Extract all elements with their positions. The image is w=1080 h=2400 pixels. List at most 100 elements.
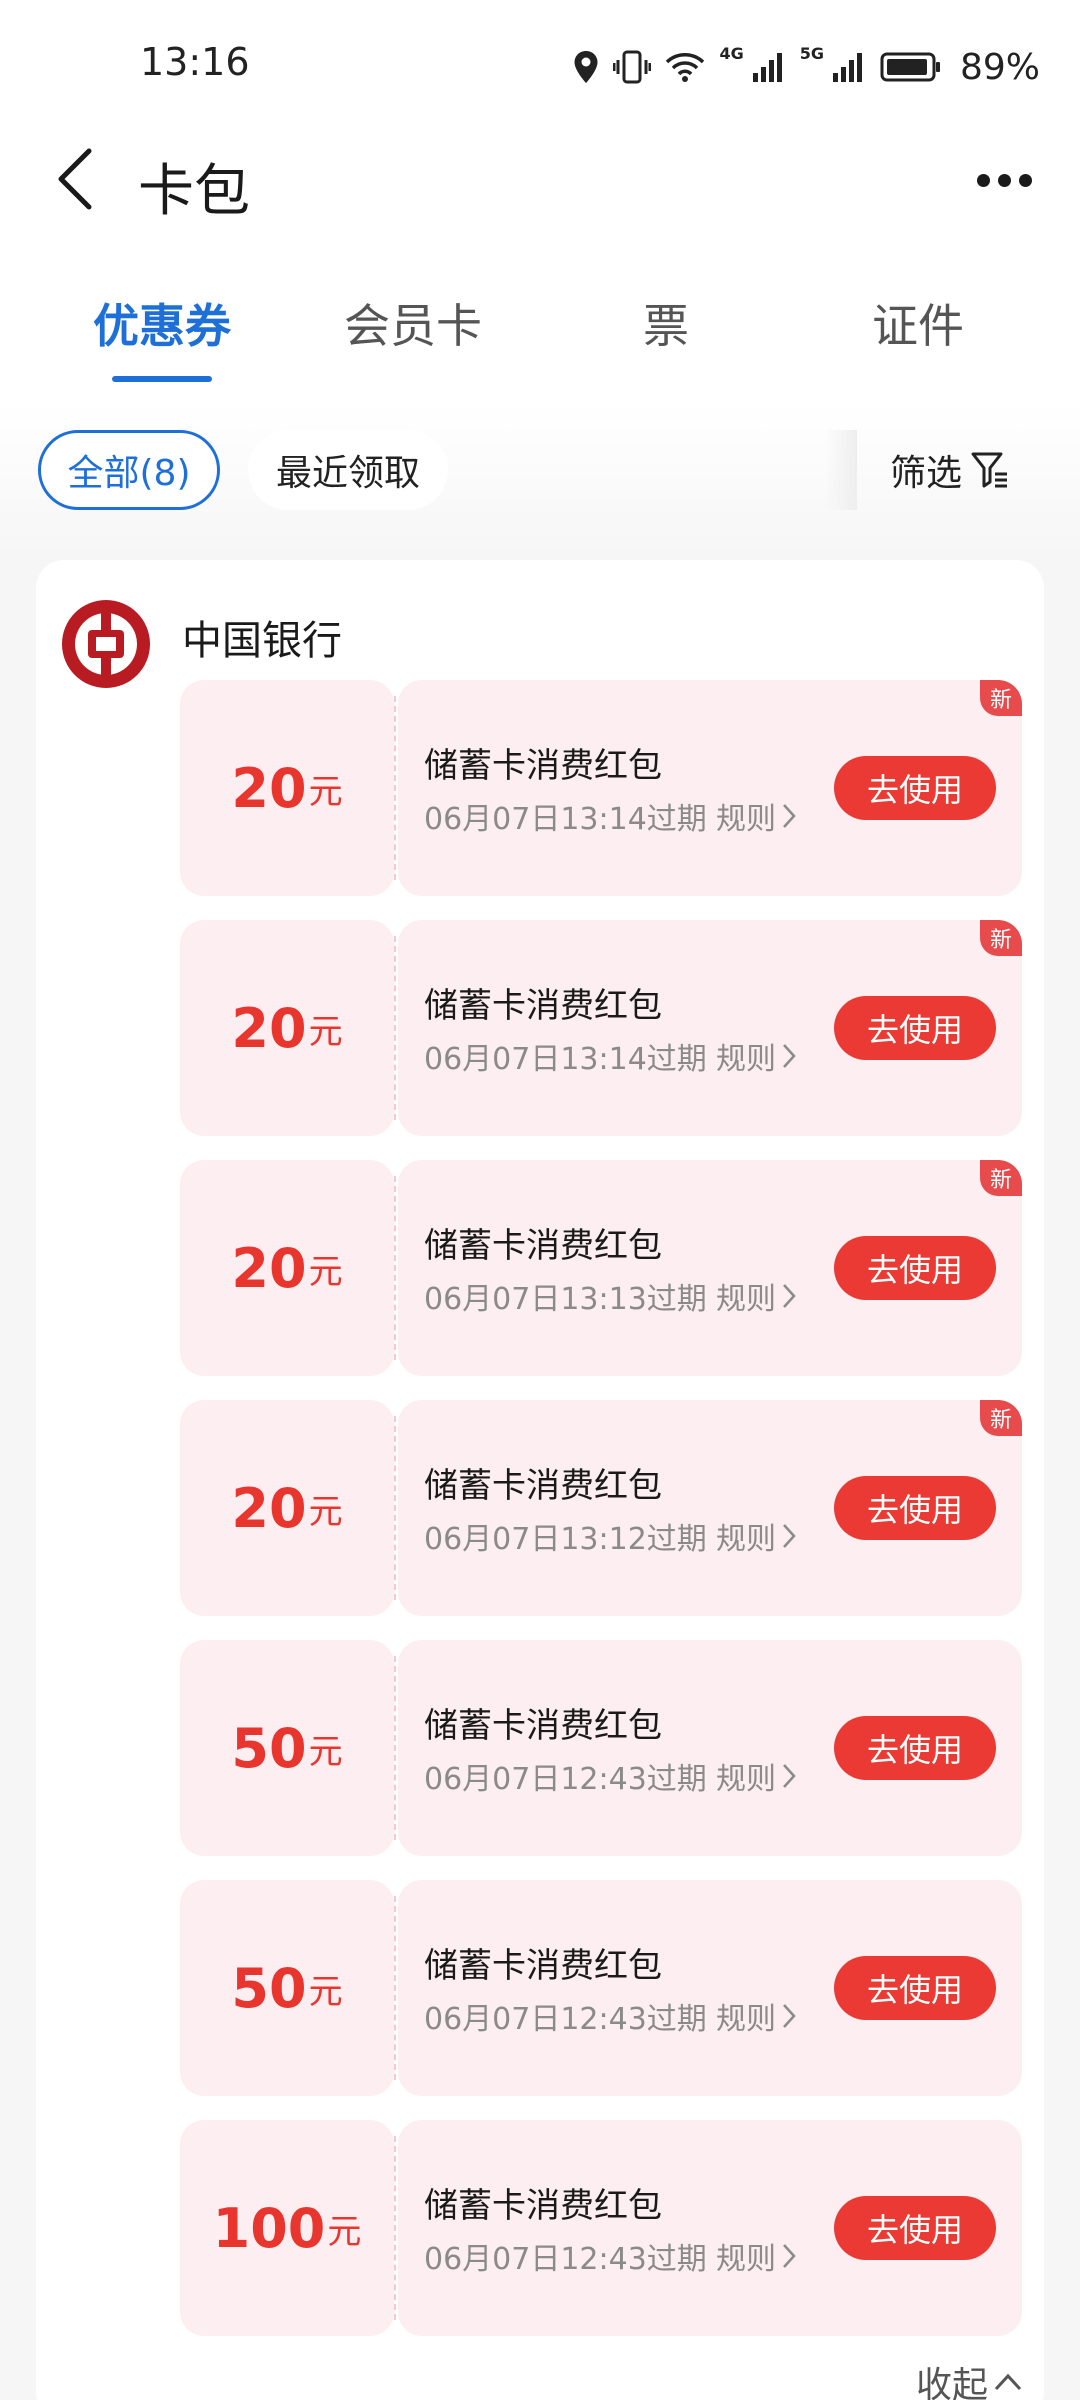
coupon-amount-unit: 元 <box>308 1491 343 1532</box>
coupon-amount-value: 50 <box>231 1716 307 1780</box>
coupon-card[interactable]: 20 元 储蓄卡消费红包 06月07日13:14过期 规则 去使用 新 <box>180 920 1022 1136</box>
tab-membership-cards[interactable]: 会员卡 <box>313 290 513 356</box>
coupon-card[interactable]: 100 元 储蓄卡消费红包 06月07日12:43过期 规则 去使用 <box>180 2120 1022 2336</box>
active-tab-indicator <box>112 376 212 382</box>
collapse-button[interactable]: 收起 <box>916 2356 1022 2400</box>
use-coupon-button[interactable]: 去使用 <box>834 1236 996 1300</box>
coupon-rule-label: 规则 <box>716 2002 776 2037</box>
coupon-amount-value: 20 <box>231 756 307 820</box>
wifi-icon <box>665 51 705 83</box>
use-coupon-button[interactable]: 去使用 <box>834 1476 996 1540</box>
coupon-card[interactable]: 50 元 储蓄卡消费红包 06月07日12:43过期 规则 去使用 <box>180 1880 1022 2096</box>
coupon-rule-link[interactable]: 规则 <box>716 1514 796 1558</box>
coupon-amount-value: 20 <box>231 1236 307 1300</box>
new-badge: 新 <box>980 1160 1022 1196</box>
chevron-left-icon <box>58 148 92 210</box>
coupon-amount: 100 元 <box>180 2120 394 2336</box>
coupon-card[interactable]: 20 元 储蓄卡消费红包 06月07日13:14过期 规则 去使用 新 <box>180 680 1022 896</box>
coupon-amount: 50 元 <box>180 1640 394 1856</box>
new-badge: 新 <box>980 1400 1022 1436</box>
coupon-amount-value: 100 <box>212 2196 326 2260</box>
chevron-right-icon <box>783 1044 796 1068</box>
coupon-card[interactable]: 20 元 储蓄卡消费红包 06月07日13:12过期 规则 去使用 新 <box>180 1400 1022 1616</box>
new-badge: 新 <box>980 680 1022 716</box>
page-title: 卡包 <box>138 159 250 224</box>
back-button[interactable] <box>40 144 110 214</box>
coupon-rule-link[interactable]: 规则 <box>716 794 796 838</box>
filter-row: 全部(8) 最近领取 筛选 <box>0 425 1080 515</box>
coupon-rule-label: 规则 <box>716 2242 776 2277</box>
coupon-rule-link[interactable]: 规则 <box>716 1034 796 1078</box>
coupon-details: 储蓄卡消费红包 06月07日13:14过期 规则 去使用 新 <box>398 680 1022 896</box>
coupon-amount-unit: 元 <box>308 1011 343 1052</box>
coupon-group-card: 中国银行 20 元 储蓄卡消费红包 06月07日13:14过期 规则 去使用 新 … <box>36 560 1044 2400</box>
filter-divider <box>825 430 857 510</box>
coupon-details: 储蓄卡消费红包 06月07日12:43过期 规则 去使用 <box>398 1640 1022 1856</box>
coupon-amount-value: 20 <box>231 996 307 1060</box>
coupon-rule-link[interactable]: 规则 <box>716 1994 796 2038</box>
chevron-right-icon <box>783 1284 796 1308</box>
coupon-expiry: 06月07日13:13过期 <box>424 1282 707 1317</box>
filter-button[interactable]: 筛选 <box>890 430 1010 510</box>
more-icon-dot <box>1018 173 1032 187</box>
chevron-up-icon <box>994 2373 1022 2391</box>
signal-icon <box>752 51 786 83</box>
coupon-amount-unit: 元 <box>308 1251 343 1292</box>
coupon-amount-value: 20 <box>231 1476 307 1540</box>
bank-of-china-logo-icon <box>62 600 150 688</box>
use-coupon-button[interactable]: 去使用 <box>834 1956 996 2020</box>
chevron-right-icon <box>783 2004 796 2028</box>
use-coupon-button[interactable]: 去使用 <box>834 2196 996 2260</box>
coupon-rule-link[interactable]: 规则 <box>716 2234 796 2278</box>
coupon-expiry: 06月07日12:43过期 <box>424 1762 707 1797</box>
coupon-amount: 20 元 <box>180 680 394 896</box>
coupon-amount: 20 元 <box>180 920 394 1136</box>
coupon-rule-label: 规则 <box>716 1762 776 1797</box>
coupon-amount: 20 元 <box>180 1400 394 1616</box>
battery-percent: 89% <box>959 46 1040 88</box>
coupon-title: 储蓄卡消费红包 <box>424 1946 662 1986</box>
coupon-expiry: 06月07日13:14过期 <box>424 1042 707 1077</box>
coupon-details: 储蓄卡消费红包 06月07日13:14过期 规则 去使用 新 <box>398 920 1022 1136</box>
coupon-title: 储蓄卡消费红包 <box>424 746 662 786</box>
coupon-rule-label: 规则 <box>716 802 776 837</box>
tab-bar: 优惠券 会员卡 票 证件 <box>0 280 1080 400</box>
coupon-rule-label: 规则 <box>716 1042 776 1077</box>
coupon-expiry: 06月07日13:14过期 <box>424 802 707 837</box>
coupon-amount: 50 元 <box>180 1880 394 2096</box>
coupon-title: 储蓄卡消费红包 <box>424 986 662 1026</box>
filter-chip-all[interactable]: 全部(8) <box>38 430 220 510</box>
use-coupon-button[interactable]: 去使用 <box>834 756 996 820</box>
coupon-amount-unit: 元 <box>308 1971 343 2012</box>
coupon-title: 储蓄卡消费红包 <box>424 1706 662 1746</box>
more-icon-dot <box>997 173 1011 187</box>
coupon-card[interactable]: 50 元 储蓄卡消费红包 06月07日12:43过期 规则 去使用 <box>180 1640 1022 1856</box>
coupon-amount: 20 元 <box>180 1160 394 1376</box>
use-coupon-button[interactable]: 去使用 <box>834 1716 996 1780</box>
tab-coupons[interactable]: 优惠券 <box>62 290 262 356</box>
battery-icon <box>880 51 942 83</box>
filter-chip-recent[interactable]: 最近领取 <box>248 430 448 510</box>
coupon-details: 储蓄卡消费红包 06月07日12:43过期 规则 去使用 <box>398 1880 1022 2096</box>
coupon-rule-link[interactable]: 规则 <box>716 1754 796 1798</box>
coupon-rule-link[interactable]: 规则 <box>716 1274 796 1318</box>
status-time: 13:16 <box>140 40 250 84</box>
coupon-expiry: 06月07日12:43过期 <box>424 2242 707 2277</box>
signal-icon <box>832 51 866 83</box>
more-options-button[interactable] <box>964 150 1044 210</box>
tab-tickets[interactable]: 票 <box>566 290 766 356</box>
bank-name: 中国银行 <box>182 618 342 664</box>
more-icon <box>976 173 990 187</box>
coupon-title: 储蓄卡消费红包 <box>424 1466 662 1506</box>
coupon-amount-value: 50 <box>231 1956 307 2020</box>
coupon-expiry: 06月07日12:43过期 <box>424 2002 707 2037</box>
use-coupon-button[interactable]: 去使用 <box>834 996 996 1060</box>
collapse-label: 收起 <box>916 2365 989 2400</box>
coupon-amount-unit: 元 <box>327 2211 362 2252</box>
coupon-details: 储蓄卡消费红包 06月07日13:12过期 规则 去使用 新 <box>398 1400 1022 1616</box>
network-type-1: 4G <box>719 43 744 63</box>
filter-label: 筛选 <box>890 453 963 494</box>
tab-ids[interactable]: 证件 <box>818 290 1018 356</box>
coupon-rule-label: 规则 <box>716 1282 776 1317</box>
coupon-card[interactable]: 20 元 储蓄卡消费红包 06月07日13:13过期 规则 去使用 新 <box>180 1160 1022 1376</box>
